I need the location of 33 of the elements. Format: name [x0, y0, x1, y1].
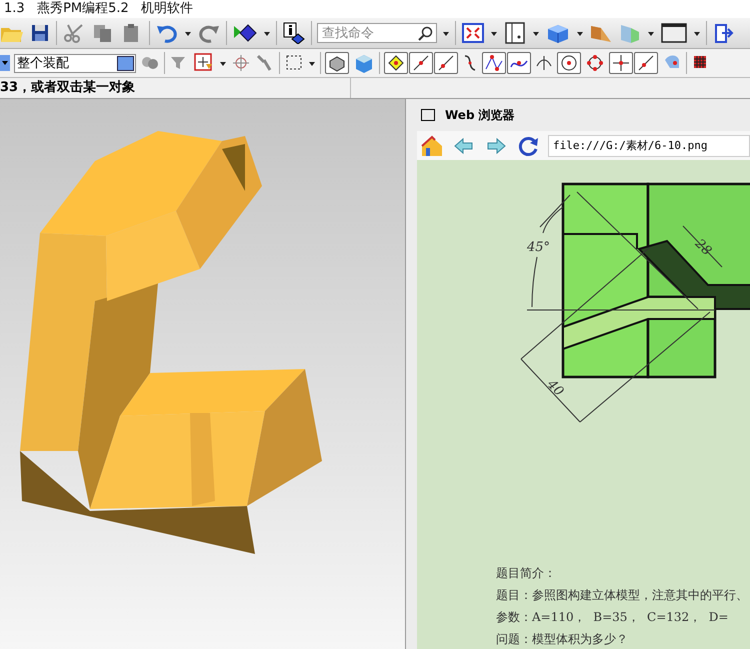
status-prompt: 33，或者双击某一对象: [0, 78, 351, 98]
cube-icon[interactable]: [545, 22, 571, 44]
window-icon[interactable]: [660, 22, 688, 44]
address-field[interactable]: file:///G:/素材/6-10.png: [548, 134, 750, 156]
shaded-view-icon[interactable]: [325, 52, 349, 74]
window-title: 1.3 燕秀PM编程5.2 机明软件: [4, 1, 194, 16]
assembly-dropdown[interactable]: 整个装配: [14, 54, 136, 72]
home-icon[interactable]: [420, 134, 444, 158]
spline-icon[interactable]: [507, 52, 531, 74]
exit-icon[interactable]: [712, 22, 736, 44]
window-icon: [421, 109, 435, 121]
description-line: 问题：模型体积为多少？: [496, 631, 629, 648]
description-line: 参数：A=110， B=35， C=132， D=: [496, 609, 730, 626]
technical-drawing: 45° 28 40: [417, 160, 750, 560]
intersection-icon[interactable]: [609, 52, 633, 74]
description-line: 题目简介：: [496, 565, 557, 582]
circle-center-icon[interactable]: [557, 52, 581, 74]
search-icon: [417, 26, 433, 42]
fit-view-icon[interactable]: [461, 22, 485, 44]
search-field[interactable]: 查找命令: [317, 23, 437, 43]
line-midpoint-icon[interactable]: [434, 52, 458, 74]
save-icon[interactable]: [29, 22, 51, 44]
layout-icon[interactable]: [503, 22, 527, 44]
select-filter-icon[interactable]: [193, 52, 215, 74]
diamond-arrows-icon[interactable]: [232, 22, 258, 44]
circle-points-icon[interactable]: [585, 52, 605, 74]
crosshair-icon[interactable]: [231, 52, 251, 74]
polyline-icon[interactable]: [482, 52, 506, 74]
snap-points-icon[interactable]: [384, 52, 408, 74]
info-icon[interactable]: [282, 22, 306, 44]
caret-icon[interactable]: [0, 55, 10, 71]
browser-title: Web 浏览器: [445, 106, 515, 124]
description-line: 题目：参照图构建立体模型，注意其中的平行、: [496, 587, 748, 604]
